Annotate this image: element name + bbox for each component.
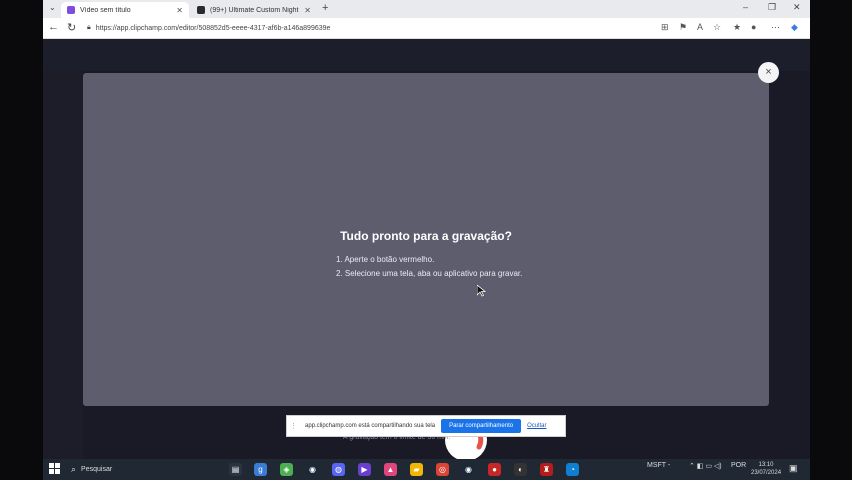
back-icon[interactable]: ← [48,21,59,33]
lock-icon: 🔒︎ [87,24,91,31]
clipchamp-favicon-icon [67,6,75,14]
stock-name: MSFT [647,462,666,469]
windows-taskbar: ⌕ Pesquisar ▤ g ◈ ◉ ◍ ▶ ▲ ▰ ◎ ◉ ● ◐ ♜ ◔ … [43,459,810,480]
obs-icon[interactable]: ◐ [514,463,527,476]
chrome-icon[interactable]: ◎ [436,463,449,476]
copilot-icon[interactable]: ◆ [791,22,798,33]
hide-link[interactable]: Ocultar [527,423,546,429]
editor-toolbar-dimmed [43,39,810,71]
close-window-button[interactable]: ✕ [793,2,801,13]
instruction-step: 1. Aperte o botão vermelho. [336,255,435,264]
stock-change: - [667,462,671,469]
screen-share-bar: ⋮ app.clipchamp.com está compartilhando … [286,415,566,437]
more-options-icon[interactable]: ⋯ [771,22,780,33]
minecraft-icon[interactable]: ◈ [280,463,293,476]
share-message: app.clipchamp.com está compartilhando su… [305,423,436,429]
steam-icon[interactable]: ◉ [306,463,319,476]
url-text: https://app.clipchamp.com/editor/508852d… [95,24,331,32]
steam-icon-2[interactable]: ◉ [462,463,475,476]
tab-title: Vídeo sem título [80,6,131,14]
app-icon-red[interactable]: ● [488,463,501,476]
close-tab-icon[interactable]: ✕ [304,6,311,15]
discord-icon[interactable]: ◍ [332,463,345,476]
maximize-button[interactable]: ❐ [768,2,776,13]
editor-sidebar-dimmed [43,71,83,459]
taskbar-search[interactable]: ⌕ Pesquisar [71,462,221,477]
modal-title: Tudo pronto para a gravação? [340,229,512,243]
favorite-star-icon[interactable]: ☆ [713,22,721,33]
tab-ultimate-custom-night[interactable]: (99+) Ultimate Custom Night Ru... ✕ [191,2,317,18]
clock[interactable]: 13:10 23/07/2024 [751,461,781,477]
tab-video-sem-titulo[interactable]: Vídeo sem título ✕ [61,2,189,18]
file-explorer-icon[interactable]: ▰ [410,463,423,476]
read-aloud-icon[interactable]: A [697,22,703,32]
close-tab-icon[interactable]: ✕ [176,6,183,15]
browser-window: ⌄ Vídeo sem título ✕ (99+) Ultimate Cust… [43,0,810,459]
tray-icons[interactable]: ⌃ ◧ ▭ ◁) [689,462,722,470]
language-indicator[interactable]: POR [731,462,746,469]
tab-list-dropdown-icon[interactable]: ⌄ [49,3,56,12]
translate-icon[interactable]: ⚑ [679,22,687,33]
reload-icon[interactable]: ↻ [67,21,76,34]
instruction-list: 1. Aperte o botão vermelho. 2. Selecione… [336,253,522,281]
tab-title: (99+) Ultimate Custom Night Ru... [210,6,300,14]
instruction-step: 2. Selecione uma tela, aba ou aplicativo… [336,269,523,278]
address-bar[interactable]: 🔒︎ https://app.clipchamp.com/editor/5088… [87,21,667,35]
tab-strip: ⌄ Vídeo sem título ✕ (99+) Ultimate Cust… [43,0,810,18]
profile-avatar-icon[interactable]: ● [751,22,756,32]
recording-modal: Tudo pronto para a gravação? 1. Aperte o… [83,73,769,459]
clipchamp-icon[interactable]: ▶ [358,463,371,476]
minimize-button[interactable]: – [743,2,748,12]
app-available-icon[interactable]: ⊞ [661,22,669,33]
app-icon-dark-red[interactable]: ♜ [540,463,553,476]
affinity-icon[interactable]: ▲ [384,463,397,476]
clock-date: 23/07/2024 [751,470,782,476]
address-bar-row: ← ↻ 🔒︎ https://app.clipchamp.com/editor/… [43,18,810,39]
notification-icon[interactable]: ▣ [789,463,798,474]
favorites-icon[interactable]: ★ [733,22,741,33]
stock-widget[interactable]: MSFT - [647,462,670,469]
mouse-cursor-icon [477,285,487,297]
editor-page: Tudo pronto para a gravação? 1. Aperte o… [43,39,810,459]
tab-favicon-icon [197,6,205,14]
search-placeholder: Pesquisar [81,466,113,473]
stop-sharing-button[interactable]: Parar compartilhamento [441,419,522,433]
edge-icon[interactable]: ◔ [566,463,579,476]
search-icon: ⌕ [71,464,77,474]
new-tab-button[interactable]: + [322,2,328,14]
clock-time: 13:10 [758,462,774,468]
close-modal-button[interactable]: × [758,62,779,83]
task-view-icon[interactable]: ▤ [229,463,242,476]
google-app-icon[interactable]: g [254,463,267,476]
windows-start-icon[interactable] [49,463,61,475]
drag-handle-icon[interactable]: ⋮ [290,422,297,430]
